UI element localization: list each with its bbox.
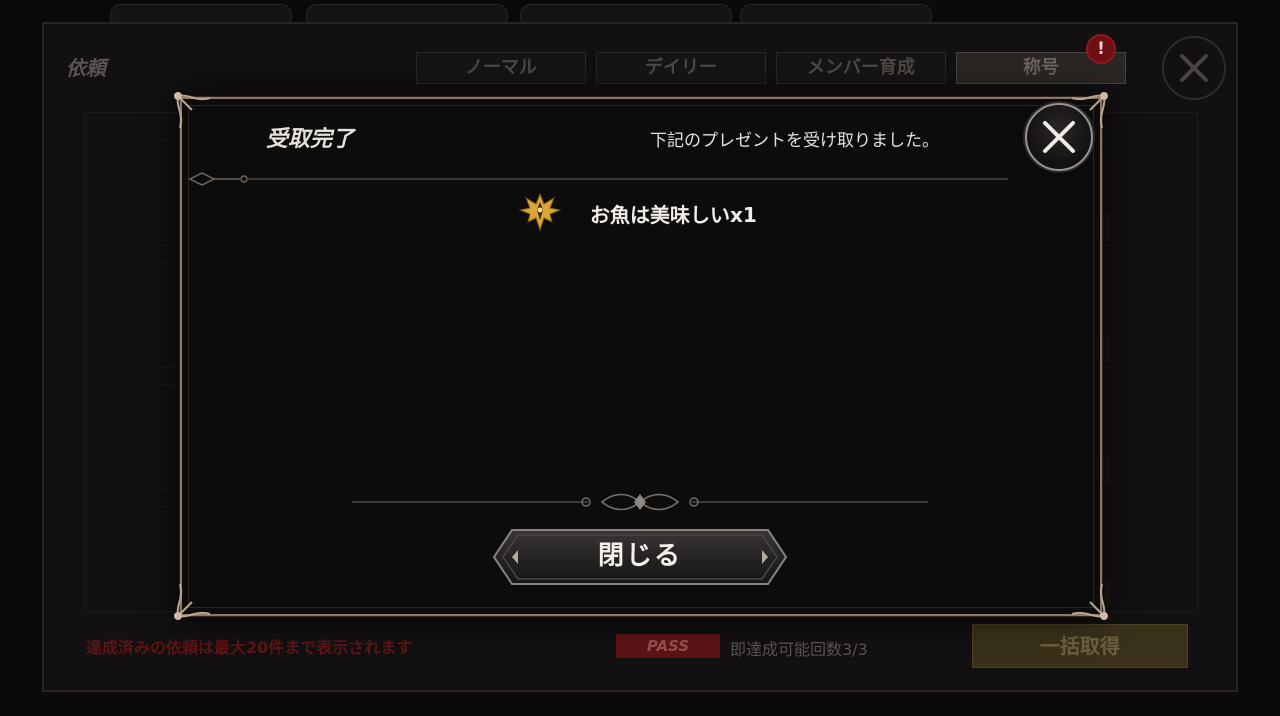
close-icon xyxy=(1043,121,1075,153)
close-icon xyxy=(1180,54,1208,82)
pass-badge[interactable]: PASS xyxy=(616,634,720,658)
notification-badge: ! xyxy=(1086,34,1116,64)
modal-close-button[interactable] xyxy=(1025,103,1093,171)
close-button-label: 閉じる xyxy=(597,541,682,571)
title-divider xyxy=(188,172,1008,186)
ornament-divider xyxy=(352,493,928,511)
bulk-receive-button[interactable]: 一括取得 xyxy=(972,624,1188,668)
footer-note: 達成済みの依頼は最大20件まで表示されます xyxy=(86,638,413,657)
ornament-corner-icon xyxy=(174,583,211,620)
ornament-corner-icon xyxy=(174,92,211,129)
reward-item: お魚は美味しいx1 xyxy=(590,203,757,227)
page-title: 依頼 xyxy=(66,56,106,80)
modal-message: 下記のプレゼントを受け取りました。 xyxy=(650,131,939,151)
close-button[interactable]: 閉じる xyxy=(490,526,790,588)
instant-complete-count: 即達成可能回数3/3 xyxy=(730,640,868,659)
tab-member-growth[interactable]: メンバー育成 xyxy=(776,52,946,84)
background-close-button[interactable] xyxy=(1162,36,1226,100)
title-emblem-icon xyxy=(518,192,562,232)
ornament-corner-icon xyxy=(1071,583,1108,620)
modal-title: 受取完了 xyxy=(266,127,355,152)
tab-normal[interactable]: ノーマル xyxy=(416,52,586,84)
tab-daily[interactable]: デイリー xyxy=(596,52,766,84)
